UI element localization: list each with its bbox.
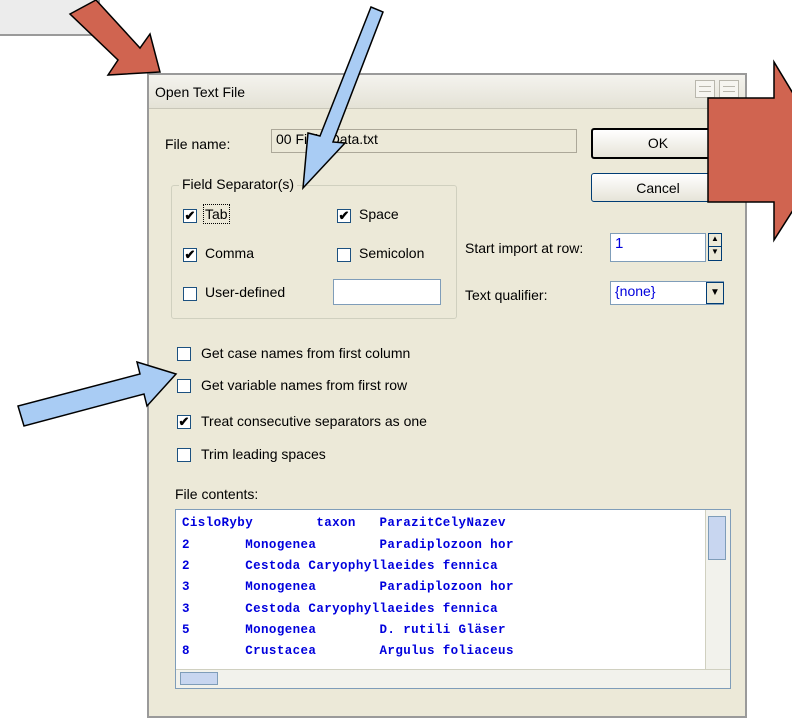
file-line: 3 Cestoda Caryophyllaeides fennica: [182, 602, 499, 616]
consecutive-separators-checkbox[interactable]: ✔: [177, 415, 191, 429]
user-defined-label[interactable]: User-defined: [205, 284, 285, 300]
horizontal-scroll-thumb[interactable]: [180, 672, 218, 685]
file-line: 3 Monogenea Paradiplozoon hor: [182, 580, 514, 594]
file-line: 8 Crustacea Argulus foliaceus: [182, 644, 514, 658]
spinner-up-icon[interactable]: ▲: [709, 234, 721, 247]
cancel-button[interactable]: Cancel: [591, 173, 725, 202]
horizontal-scrollbar[interactable]: [176, 669, 730, 688]
start-import-spinner[interactable]: ▲ ▼: [708, 233, 722, 261]
vertical-scroll-thumb[interactable]: [708, 516, 726, 560]
file-contents-box[interactable]: CisloRyby taxon ParazitCelyNazev 2 Monog…: [175, 509, 731, 689]
comma-checkbox[interactable]: ✔: [183, 248, 197, 262]
space-checkbox[interactable]: ✔: [337, 209, 351, 223]
titlebar-close-icon[interactable]: [719, 80, 739, 98]
titlebar-help-icon[interactable]: [695, 80, 715, 98]
file-line: 5 Monogenea D. rutili Gläser: [182, 623, 506, 637]
field-separator-legend: Field Separator(s): [179, 176, 298, 192]
dialog-title: Open Text File: [155, 84, 246, 100]
tab-checkbox[interactable]: ✔: [183, 209, 197, 223]
consecutive-separators-label[interactable]: Treat consecutive separators as one: [201, 413, 427, 429]
tab-label[interactable]: Tab: [203, 204, 230, 224]
chevron-down-icon[interactable]: ▼: [706, 282, 724, 304]
comma-label[interactable]: Comma: [205, 245, 254, 261]
case-names-checkbox[interactable]: [177, 347, 191, 361]
trim-spaces-checkbox[interactable]: [177, 448, 191, 462]
start-import-label: Start import at row:: [465, 240, 584, 256]
file-name-field: 00 Field Data.txt: [271, 129, 577, 153]
spinner-down-icon[interactable]: ▼: [709, 247, 721, 260]
trim-spaces-label[interactable]: Trim leading spaces: [201, 446, 326, 462]
user-defined-input[interactable]: [333, 279, 441, 305]
variable-names-checkbox[interactable]: [177, 379, 191, 393]
user-defined-checkbox[interactable]: [183, 287, 197, 301]
file-line: 2 Cestoda Caryophyllaeides fennica: [182, 559, 499, 573]
file-line: 2 Monogenea Paradiplozoon hor: [182, 538, 514, 552]
open-text-file-dialog: Open Text File File name: 00 Field Data.…: [147, 73, 747, 718]
file-name-label: File name:: [165, 136, 231, 152]
start-import-input[interactable]: 1: [610, 233, 706, 262]
ok-button[interactable]: OK: [591, 128, 725, 159]
semicolon-label[interactable]: Semicolon: [359, 245, 424, 261]
file-line: CisloRyby taxon ParazitCelyNazev: [182, 516, 506, 530]
space-label[interactable]: Space: [359, 206, 399, 222]
case-names-label[interactable]: Get case names from first column: [201, 345, 410, 361]
file-contents-label: File contents:: [175, 486, 259, 502]
background-window: [0, 0, 100, 36]
semicolon-checkbox[interactable]: [337, 248, 351, 262]
variable-names-label[interactable]: Get variable names from first row: [201, 377, 407, 393]
text-qualifier-label: Text qualifier:: [465, 287, 548, 303]
vertical-scrollbar[interactable]: [705, 510, 730, 670]
title-bar[interactable]: Open Text File: [149, 75, 745, 109]
